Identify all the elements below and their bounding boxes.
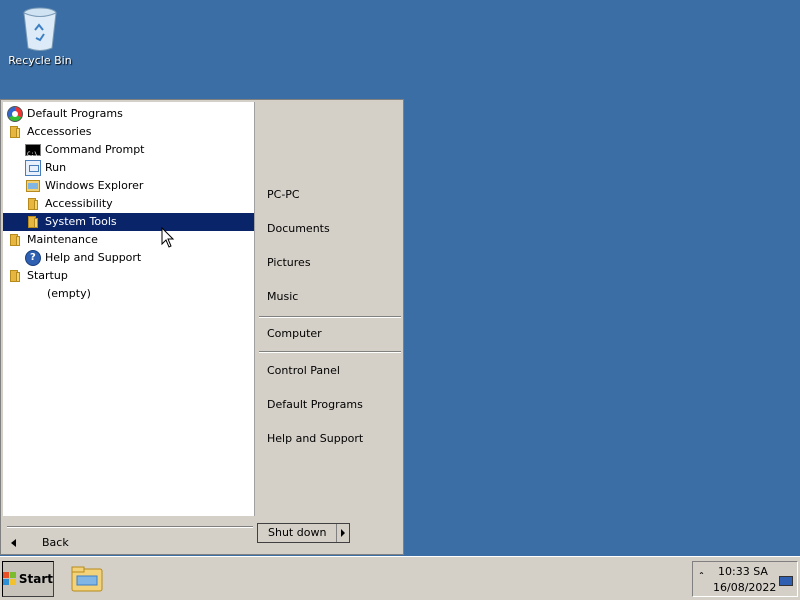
shutdown-button[interactable]: Shut down xyxy=(258,524,338,542)
program-command-prompt[interactable]: Command Prompt xyxy=(3,141,254,164)
divider xyxy=(7,526,253,528)
place-default-programs[interactable]: Default Programs xyxy=(267,398,363,411)
place-music[interactable]: Music xyxy=(267,290,298,303)
folder-system-tools[interactable]: System Tools xyxy=(3,213,254,231)
back-label: Back xyxy=(42,536,69,549)
divider xyxy=(259,351,401,353)
windows-explorer-icon xyxy=(25,178,41,194)
folder-icon xyxy=(25,214,41,230)
program-label: Command Prompt xyxy=(45,143,145,156)
startup-empty-item: (empty) xyxy=(3,285,254,303)
notification-area: ˆ 10:33 SA 16/08/2022 xyxy=(692,561,798,597)
command-prompt-icon xyxy=(25,144,41,164)
windows-logo-icon xyxy=(3,572,17,586)
mouse-cursor-icon xyxy=(161,227,175,248)
programs-pane: Default Programs Accessories Command Pro… xyxy=(3,102,255,516)
program-run[interactable]: Run xyxy=(3,159,254,177)
program-label: Windows Explorer xyxy=(45,179,144,192)
chevron-right-icon xyxy=(341,529,346,537)
place-documents[interactable]: Documents xyxy=(267,222,330,235)
clock-date[interactable]: 16/08/2022 xyxy=(713,581,776,594)
default-programs-icon xyxy=(7,106,23,122)
run-icon xyxy=(25,160,41,176)
folder-icon xyxy=(7,232,23,248)
help-icon xyxy=(25,250,41,266)
start-button[interactable]: Start xyxy=(2,561,54,597)
start-menu: Default Programs Accessories Command Pro… xyxy=(0,99,404,555)
place-computer[interactable]: Computer xyxy=(267,327,322,340)
folder-startup[interactable]: Startup xyxy=(3,267,254,285)
program-label: Help and Support xyxy=(45,251,142,264)
program-label: System Tools xyxy=(45,215,117,228)
back-button[interactable]: Back xyxy=(11,536,69,549)
place-control-panel[interactable]: Control Panel xyxy=(267,364,340,377)
network-icon[interactable] xyxy=(779,576,793,586)
program-label: Accessories xyxy=(27,125,92,138)
recycle-bin-icon xyxy=(23,7,57,51)
recycle-bin-label: Recycle Bin xyxy=(8,54,72,67)
start-label: Start xyxy=(18,572,53,586)
program-label: Accessibility xyxy=(45,197,113,210)
program-label: Startup xyxy=(27,269,68,282)
clock-time[interactable]: 10:33 SA xyxy=(713,565,773,578)
back-area: Back xyxy=(3,516,255,552)
folder-icon xyxy=(25,196,41,212)
shutdown-options-button[interactable] xyxy=(337,524,349,542)
shutdown-control: Shut down xyxy=(257,523,351,543)
recycle-bin-shortcut[interactable]: Recycle Bin xyxy=(6,6,74,67)
program-label: Run xyxy=(45,161,67,174)
program-help-and-support[interactable]: Help and Support xyxy=(3,249,254,267)
program-default-programs[interactable]: Default Programs xyxy=(3,105,254,123)
taskbar: Start ˆ 10:33 SA 16/08/2022 xyxy=(0,556,800,600)
program-windows-explorer[interactable]: Windows Explorer xyxy=(3,177,254,195)
place-help-and-support[interactable]: Help and Support xyxy=(267,432,363,445)
folder-accessories[interactable]: Accessories xyxy=(3,123,254,141)
place-user-folder[interactable]: PC-PC xyxy=(267,188,300,201)
places-pane: PC-PC Documents Pictures Music Computer … xyxy=(257,102,403,516)
place-pictures[interactable]: Pictures xyxy=(267,256,311,269)
back-arrow-icon xyxy=(11,538,16,547)
program-label: Maintenance xyxy=(27,233,98,246)
divider xyxy=(259,316,401,318)
program-label: (empty) xyxy=(47,287,91,300)
windows-explorer-taskbar-icon[interactable] xyxy=(70,565,104,593)
folder-maintenance[interactable]: Maintenance xyxy=(3,231,254,249)
folder-accessibility[interactable]: Accessibility xyxy=(3,195,254,213)
program-label: Default Programs xyxy=(27,107,123,120)
programs-list: Default Programs Accessories Command Pro… xyxy=(3,105,254,303)
folder-icon xyxy=(7,124,23,140)
folder-icon xyxy=(7,268,23,284)
show-hidden-icons-button[interactable]: ˆ xyxy=(699,572,704,583)
